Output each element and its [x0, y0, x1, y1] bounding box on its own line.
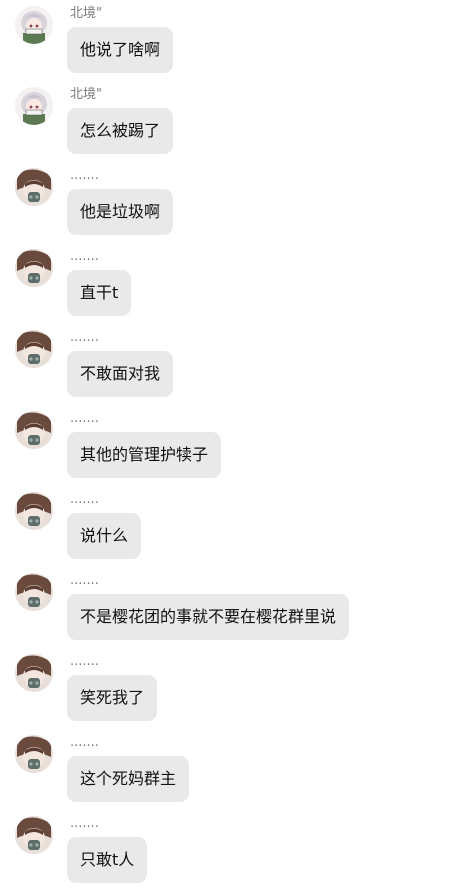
masked-character-avatar-icon[interactable]	[15, 411, 53, 449]
sender-name: .......	[70, 735, 99, 750]
message-row: ....... 不是樱花团的事就不要在樱花群里说	[0, 567, 459, 648]
sender-name: .......	[70, 168, 99, 183]
message-bubble[interactable]: 他是垃圾啊	[67, 189, 174, 235]
message-bubble[interactable]: 只敢t人	[67, 837, 148, 883]
message-row: ....... 他是垃圾啊	[0, 162, 459, 243]
masked-character-avatar-icon[interactable]	[15, 330, 53, 368]
sender-name: .......	[70, 654, 99, 669]
anime-girl-avatar-icon[interactable]	[15, 87, 53, 125]
chat-history: 北境" 他说了啥啊 北境" 怎么被踢了 ....... 他是垃圾啊 ......…	[0, 0, 459, 890]
message-row: 北境" 怎么被踢了	[0, 81, 459, 162]
message-row: ....... 只敢t人	[0, 810, 459, 891]
message-bubble[interactable]: 说什么	[67, 513, 142, 559]
message-row: ....... 其他的管理护犊子	[0, 405, 459, 486]
masked-character-avatar-icon[interactable]	[15, 816, 53, 854]
masked-character-avatar-icon[interactable]	[15, 249, 53, 287]
message-bubble[interactable]: 直干t	[67, 270, 132, 316]
sender-name: .......	[70, 330, 99, 345]
message-bubble[interactable]: 不敢面对我	[67, 351, 174, 397]
sender-name: 北境"	[70, 87, 102, 102]
sender-name: .......	[70, 816, 99, 831]
sender-name: 北境"	[70, 6, 102, 21]
message-row: ....... 不敢面对我	[0, 324, 459, 405]
message-bubble[interactable]: 笑死我了	[67, 675, 158, 721]
masked-character-avatar-icon[interactable]	[15, 654, 53, 692]
masked-character-avatar-icon[interactable]	[15, 168, 53, 206]
message-bubble[interactable]: 这个死妈群主	[67, 756, 190, 802]
message-row: ....... 说什么	[0, 486, 459, 567]
masked-character-avatar-icon[interactable]	[15, 573, 53, 611]
sender-name: .......	[70, 411, 99, 426]
message-row: ....... 笑死我了	[0, 648, 459, 729]
sender-name: .......	[70, 249, 99, 264]
message-bubble[interactable]: 不是樱花团的事就不要在樱花群里说	[67, 594, 350, 640]
message-bubble[interactable]: 他说了啥啊	[67, 27, 174, 73]
message-row: ....... 直干t	[0, 243, 459, 324]
masked-character-avatar-icon[interactable]	[15, 492, 53, 530]
sender-name: .......	[70, 492, 99, 507]
message-row: 北境" 他说了啥啊	[0, 0, 459, 81]
anime-girl-avatar-icon[interactable]	[15, 6, 53, 44]
sender-name: .......	[70, 573, 99, 588]
message-bubble[interactable]: 怎么被踢了	[67, 108, 174, 154]
masked-character-avatar-icon[interactable]	[15, 735, 53, 773]
message-bubble[interactable]: 其他的管理护犊子	[67, 432, 222, 478]
message-row: ....... 这个死妈群主	[0, 729, 459, 810]
